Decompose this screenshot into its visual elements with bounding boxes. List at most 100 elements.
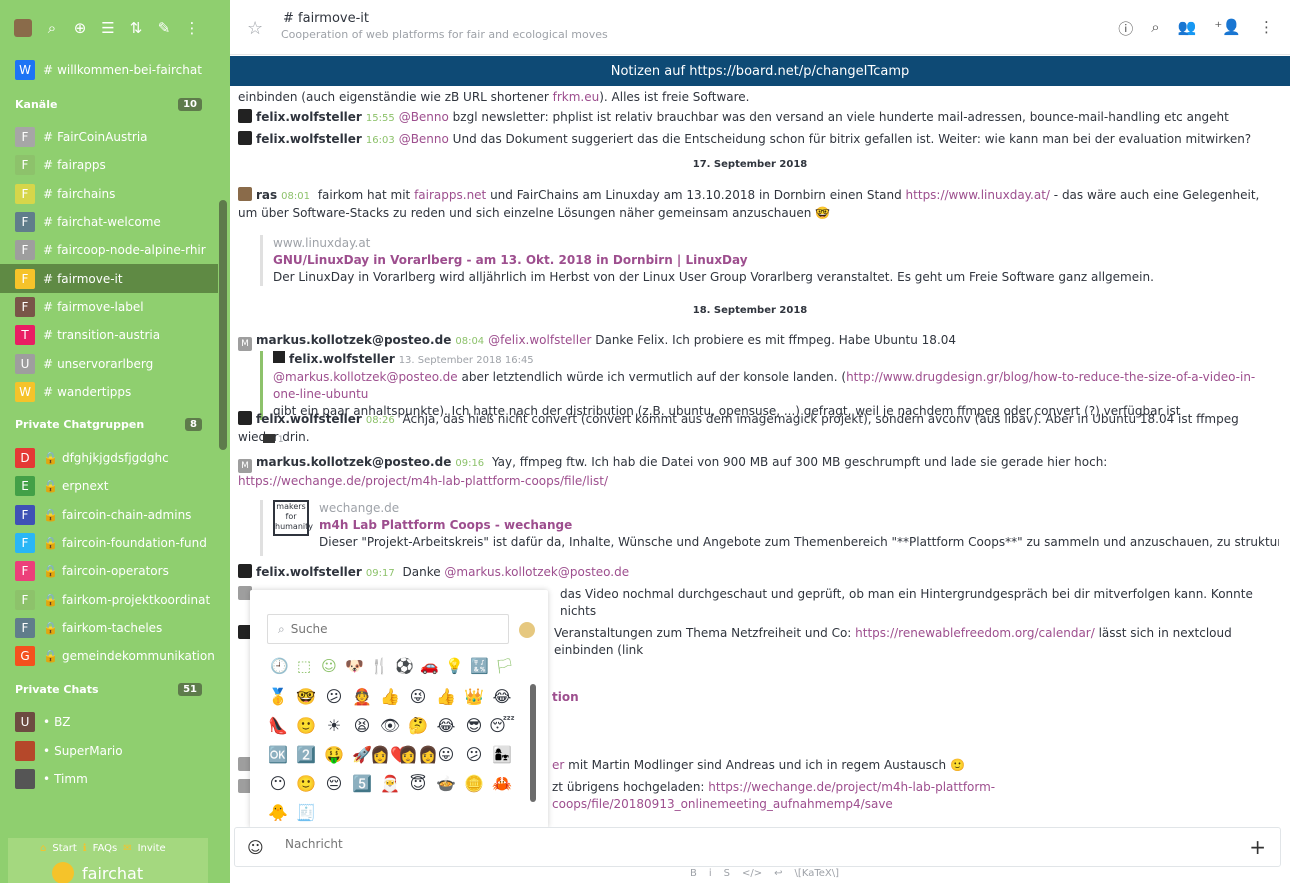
menu-kebab-icon[interactable]: ⋮: [1259, 18, 1274, 39]
sidebar-item-willkommen[interactable]: W # willkommen-bei-fairchat: [0, 55, 218, 85]
format-button[interactable]: i: [709, 868, 712, 879]
emoji-item[interactable]: 😔: [322, 771, 346, 795]
emoji-item[interactable]: 😕: [322, 684, 346, 708]
emoji-item[interactable]: 👠: [266, 713, 290, 737]
mention[interactable]: @Benno: [399, 110, 449, 124]
message-text[interactable]: tion: [552, 690, 579, 704]
preview-title[interactable]: GNU/LinuxDay in Vorarlberg - am 13. Okt.…: [273, 252, 1260, 269]
emoji-item[interactable]: 🤑: [322, 742, 346, 766]
sidebar-item-faircoop-node-alpine-rhir[interactable]: F # faircoop-node-alpine-rhir: [0, 236, 218, 264]
avatar[interactable]: [238, 187, 252, 201]
emoji-item[interactable]: 👲: [350, 684, 374, 708]
attach-plus-icon[interactable]: +: [1249, 835, 1266, 859]
message-username[interactable]: felix.wolfsteller: [256, 132, 362, 146]
sidebar-item-fairchains[interactable]: F # fairchains: [0, 180, 218, 208]
sidebar-item-fairmove-it[interactable]: F # fairmove-it: [0, 264, 218, 293]
announcement-bar[interactable]: Notizen auf https://board.net/p/changeIT…: [230, 56, 1290, 86]
emoji-item[interactable]: 😴: [489, 713, 515, 737]
sidebar-item-fairmove-label[interactable]: F # fairmove-label: [0, 293, 218, 321]
emoji-item[interactable]: 🍲: [434, 771, 458, 795]
emoji-item[interactable]: 👁: [378, 713, 402, 737]
message-username[interactable]: markus.kollotzek@posteo.de: [256, 455, 451, 469]
sidebar-item-timm[interactable]: • Timm: [0, 765, 218, 793]
members-icon[interactable]: 👥: [1178, 18, 1197, 39]
directory-icon[interactable]: ⊕: [72, 19, 88, 37]
emoji-button-icon[interactable]: ☺: [247, 838, 264, 857]
emoji-category-tab[interactable]: 🔣: [470, 657, 489, 675]
footer-invite-link[interactable]: Invite: [138, 843, 166, 854]
message-username[interactable]: felix.wolfsteller: [256, 110, 362, 124]
message-link[interactable]: https://renewablefreedom.org/calendar/: [855, 626, 1095, 640]
emoji-item[interactable]: 😎: [462, 713, 486, 737]
avatar[interactable]: [238, 131, 252, 145]
avatar[interactable]: M: [238, 337, 252, 351]
format-button[interactable]: S: [724, 868, 730, 879]
emoji-search-input[interactable]: [290, 622, 491, 636]
sidebar-item-fairkom-projektkoordinat[interactable]: F 🔒 fairkom-projektkoordinat: [0, 585, 218, 613]
sidebar-item-fairchat-welcome[interactable]: F # fairchat-welcome: [0, 208, 218, 236]
emoji-category-tab[interactable]: 🍴: [370, 657, 389, 675]
footer-faqs-link[interactable]: FAQs: [93, 843, 118, 854]
sidebar-item-transition-austria[interactable]: T # transition-austria: [0, 321, 218, 349]
format-button[interactable]: \[KaTeX\]: [795, 868, 839, 879]
menu-kebab-icon[interactable]: ⋮: [184, 19, 200, 37]
footer-start-link[interactable]: Start: [52, 843, 76, 854]
message-username[interactable]: felix.wolfsteller: [256, 412, 362, 426]
sidebar-item-faircoinaustria[interactable]: F # FairCoinAustria: [0, 123, 218, 151]
emoji-item[interactable]: 👑: [462, 684, 486, 708]
emoji-item[interactable]: ☀: [322, 713, 346, 737]
emoji-item[interactable]: 😂: [434, 713, 458, 737]
footer-brand[interactable]: fairchat: [52, 862, 143, 883]
message-input[interactable]: [285, 837, 1185, 851]
sidebar-item-fairkom-tacheles[interactable]: F 🔒 fairkom-tacheles: [0, 614, 218, 642]
sidebar-item-faircoin-foundation-fund[interactable]: F 🔒 faircoin-foundation-fund: [0, 529, 218, 557]
emoji-item[interactable]: 👩‍👧: [490, 742, 514, 766]
emoji-item[interactable]: 5️⃣: [350, 771, 374, 795]
emoji-item[interactable]: 🎅: [378, 771, 402, 795]
message-link[interactable]: frkm.eu: [553, 90, 600, 104]
emoji-item[interactable]: 🥇: [266, 684, 290, 708]
format-button[interactable]: ↩: [774, 868, 782, 879]
mention[interactable]: er: [552, 758, 564, 772]
emoji-item[interactable]: 🪙: [462, 771, 486, 795]
emoji-category-tab[interactable]: 🐶: [345, 657, 364, 675]
sidebar-item-wandertipps[interactable]: W # wandertipps: [0, 378, 218, 406]
emoji-category-tab[interactable]: ☺: [320, 657, 338, 675]
sidebar-item-faircoin-operators[interactable]: F 🔒 faircoin-operators: [0, 557, 218, 585]
emoji-category-tab[interactable]: 🚗: [420, 657, 439, 675]
format-button[interactable]: B: [690, 868, 697, 879]
quote-username[interactable]: felix.wolfsteller: [289, 352, 395, 366]
emoji-item[interactable]: 🤔: [406, 713, 430, 737]
emoji-item[interactable]: 🐥: [266, 800, 290, 824]
sidebar-item-gemeindekommunikation[interactable]: G 🔒 gemeindekommunikation: [0, 642, 218, 670]
emoji-category-tab[interactable]: 🕘: [270, 657, 289, 675]
message-username[interactable]: felix.wolfsteller: [256, 565, 362, 579]
add-user-icon[interactable]: ⁺👤: [1214, 18, 1241, 39]
create-new-icon[interactable]: ✎: [156, 19, 172, 37]
emoji-item[interactable]: 🙂: [294, 713, 318, 737]
emoji-item[interactable]: 2️⃣: [294, 742, 318, 766]
favorite-star-icon[interactable]: ☆: [247, 18, 263, 39]
emoji-item[interactable]: 😶: [266, 771, 290, 795]
search-icon[interactable]: ⌕: [44, 19, 60, 37]
sidebar-item-faircoin-chain-admins[interactable]: F 🔒 faircoin-chain-admins: [0, 501, 218, 529]
message-link[interactable]: fairapps.net: [414, 188, 486, 202]
emoji-item[interactable]: 😛: [434, 742, 458, 766]
search-icon[interactable]: ⌕: [1151, 18, 1159, 39]
emoji-item[interactable]: 🦀: [490, 771, 514, 795]
skin-tone-selector[interactable]: [519, 622, 535, 638]
sidebar-item-dfghjkjgdsfjgdghc[interactable]: D 🔒 dfghjkjgdsfjgdghc: [0, 444, 218, 472]
message-link[interactable]: https://www.linuxday.at/: [906, 188, 1050, 202]
sidebar-scrollbar-thumb[interactable]: [219, 200, 227, 450]
reaction[interactable]: 1: [263, 432, 1270, 449]
preview-title[interactable]: m4h Lab Plattform Coops - wechange: [319, 517, 1279, 534]
view-mode-icon[interactable]: ☰: [100, 19, 116, 37]
emoji-item[interactable]: 😇: [406, 771, 430, 795]
message-username[interactable]: markus.kollotzek@posteo.de: [256, 333, 451, 347]
emoji-category-tab[interactable]: 💡: [445, 657, 464, 675]
sort-icon[interactable]: ⇅: [128, 19, 144, 37]
emoji-item[interactable]: 😫: [350, 713, 374, 737]
emoji-item[interactable]: 👩‍👩: [398, 742, 438, 766]
sidebar-item-bz[interactable]: U • BZ: [0, 708, 218, 736]
emoji-item[interactable]: 🤓: [294, 684, 318, 708]
